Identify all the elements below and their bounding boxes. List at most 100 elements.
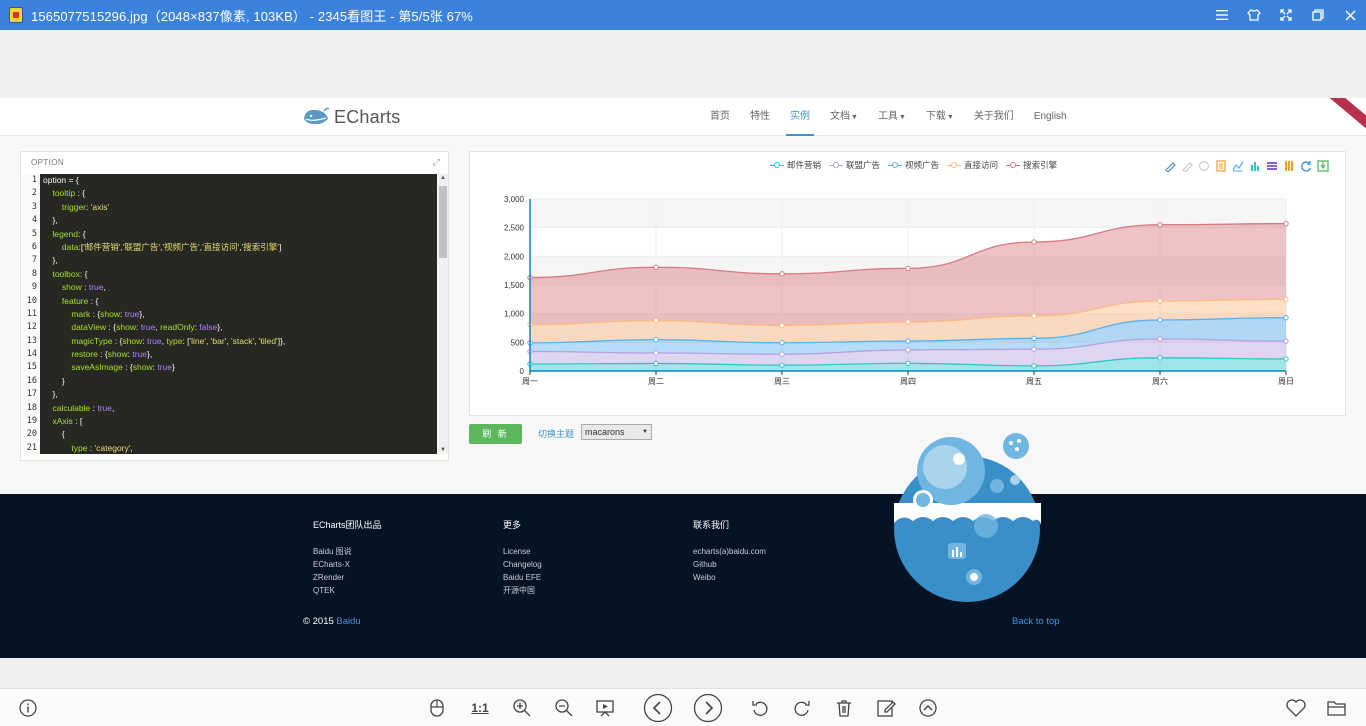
data-point [1157, 336, 1163, 342]
line-chart-icon[interactable] [1229, 158, 1246, 174]
code-content[interactable]: option = { tooltip : { trigger: 'axis' }… [40, 174, 437, 454]
footer-col-team: ECharts团队出品 Baidu 图说 ECharts-X ZRender Q… [313, 518, 382, 597]
footer-link[interactable]: License [503, 545, 542, 558]
footer-link[interactable]: echarts(a)baidu.com [693, 545, 766, 558]
restore-chart-icon[interactable] [1297, 158, 1314, 174]
echarts-logo[interactable]: ECharts [302, 105, 400, 129]
line-number: 18 [26, 402, 37, 413]
fullscreen-icon[interactable] [1270, 0, 1302, 30]
code-line: data:['邮件营销','联盟广告','视频广告','直接访问','搜索引擎'… [61, 241, 282, 252]
legend-item[interactable]: 联盟广告 [829, 159, 880, 171]
footer-link[interactable]: ZRender [313, 571, 382, 584]
mark-pen-icon[interactable] [1161, 158, 1178, 174]
footer-link[interactable]: QTEK [313, 584, 382, 597]
code-line: magicType : {show: true, type: ['line', … [71, 335, 286, 346]
code-line: feature : { [61, 295, 99, 306]
footer-link[interactable]: Baidu 图说 [313, 545, 382, 558]
nav-home[interactable]: 首页 [700, 98, 740, 136]
code-line: toolbox: { [52, 268, 88, 279]
legend-label: 邮件营销 [787, 160, 822, 170]
theme-select[interactable]: macarons ▼ [581, 424, 652, 440]
mouse-wheel-icon[interactable] [424, 695, 450, 721]
edit-icon[interactable] [873, 695, 899, 721]
theme-select-value: macarons [585, 427, 625, 437]
nav-features[interactable]: 特性 [740, 98, 780, 136]
stack-icon[interactable] [1263, 158, 1280, 174]
expand-icon[interactable]: ⤢ [433, 157, 440, 168]
y-tick-label: 3,000 [504, 195, 525, 204]
footer-link[interactable]: ECharts-X [313, 558, 382, 571]
legend-item[interactable]: 视频广告 [888, 159, 939, 171]
viewer-background [0, 30, 1366, 98]
bar-chart-icon[interactable] [1246, 158, 1263, 174]
zoom-in-icon[interactable] [509, 695, 535, 721]
nav-english[interactable]: English [1024, 98, 1077, 136]
footer-heading: ECharts团队出品 [313, 520, 382, 530]
theme-switch-label: 切换主题 [538, 429, 575, 439]
info-icon[interactable] [15, 695, 41, 721]
code-line: type : 'category', [71, 442, 133, 453]
nav-tools[interactable]: 工具▼ [868, 98, 916, 136]
zoom-out-icon[interactable] [551, 695, 577, 721]
legend-item[interactable]: 邮件营销 [770, 159, 821, 171]
footer-link[interactable]: Weibo [693, 571, 766, 584]
line-number: 13 [26, 335, 37, 346]
favorite-icon[interactable] [1283, 695, 1309, 721]
mark-clear-icon[interactable] [1195, 158, 1212, 174]
tiled-icon[interactable] [1280, 158, 1297, 174]
more-options-icon[interactable] [915, 695, 941, 721]
delete-icon[interactable] [831, 695, 857, 721]
footer-link[interactable]: Github [693, 558, 766, 571]
menu-icon[interactable] [1206, 0, 1238, 30]
restore-icon[interactable] [1302, 0, 1334, 30]
line-number: 10 [26, 295, 37, 306]
data-point [905, 347, 911, 353]
footer-link[interactable]: Baidu EFE [503, 571, 542, 584]
actual-size-button[interactable]: 1:1 [467, 695, 493, 721]
y-tick-label: 0 [520, 367, 525, 376]
data-point [905, 319, 911, 325]
nav-examples[interactable]: 实例 [780, 98, 820, 136]
footer-link[interactable]: 开源中国 [503, 584, 542, 597]
legend-symbol [947, 161, 962, 169]
code-line: }, [43, 255, 58, 266]
slideshow-icon[interactable] [592, 695, 618, 721]
x-tick-label: 周二 [648, 377, 664, 386]
github-ribbon[interactable] [1322, 98, 1366, 138]
x-tick-label: 周一 [522, 377, 538, 386]
legend-item[interactable]: 直接访问 [947, 159, 998, 171]
legend-symbol [1006, 161, 1021, 169]
save-image-icon[interactable] [1314, 158, 1331, 174]
line-numbers: 1 2 3 4 5 6 7 8 9 10 11 12 13 14 15 16 17 18 19 20 21 [21, 174, 39, 454]
nav-docs[interactable]: 文档▼ [820, 98, 868, 136]
nav-about[interactable]: 关于我们 [964, 98, 1024, 136]
scroll-thumb[interactable] [439, 186, 447, 258]
viewer-background [0, 658, 1366, 688]
data-view-icon[interactable] [1212, 158, 1229, 174]
rotate-left-icon[interactable] [747, 695, 773, 721]
line-number: 14 [26, 349, 37, 360]
baidu-link[interactable]: Baidu [336, 616, 360, 627]
previous-image-icon[interactable] [643, 693, 673, 723]
next-image-icon[interactable] [693, 693, 723, 723]
legend-symbol [888, 161, 903, 169]
nav-download[interactable]: 下载▼ [916, 98, 964, 136]
footer-link[interactable]: Changelog [503, 558, 542, 571]
line-number: 3 [31, 201, 37, 212]
legend-item[interactable]: 搜索引擎 [1006, 159, 1057, 171]
code-scrollbar[interactable]: ▲ ▼ [438, 174, 448, 454]
refresh-button[interactable]: 刷 新 [469, 424, 522, 444]
open-folder-icon[interactable] [1324, 695, 1350, 721]
code-editor[interactable]: 1 2 3 4 5 6 7 8 9 10 11 12 13 14 15 16 17 18 19 20 21 option… [21, 174, 448, 454]
code-line: dataView : {show: true, readOnly: false}… [71, 322, 223, 333]
mark-undo-icon[interactable] [1178, 158, 1195, 174]
y-tick-label: 1,000 [504, 310, 525, 319]
close-icon[interactable] [1334, 0, 1366, 30]
back-to-top-link[interactable]: Back to top [1012, 616, 1060, 627]
scroll-up-icon[interactable]: ▲ [440, 175, 446, 181]
legend-label: 联盟广告 [846, 160, 881, 170]
skin-icon[interactable] [1238, 0, 1270, 30]
scroll-down-icon[interactable]: ▼ [440, 447, 446, 453]
code-line: saveAsImage : {show: true} [71, 362, 175, 373]
rotate-right-icon[interactable] [789, 695, 815, 721]
